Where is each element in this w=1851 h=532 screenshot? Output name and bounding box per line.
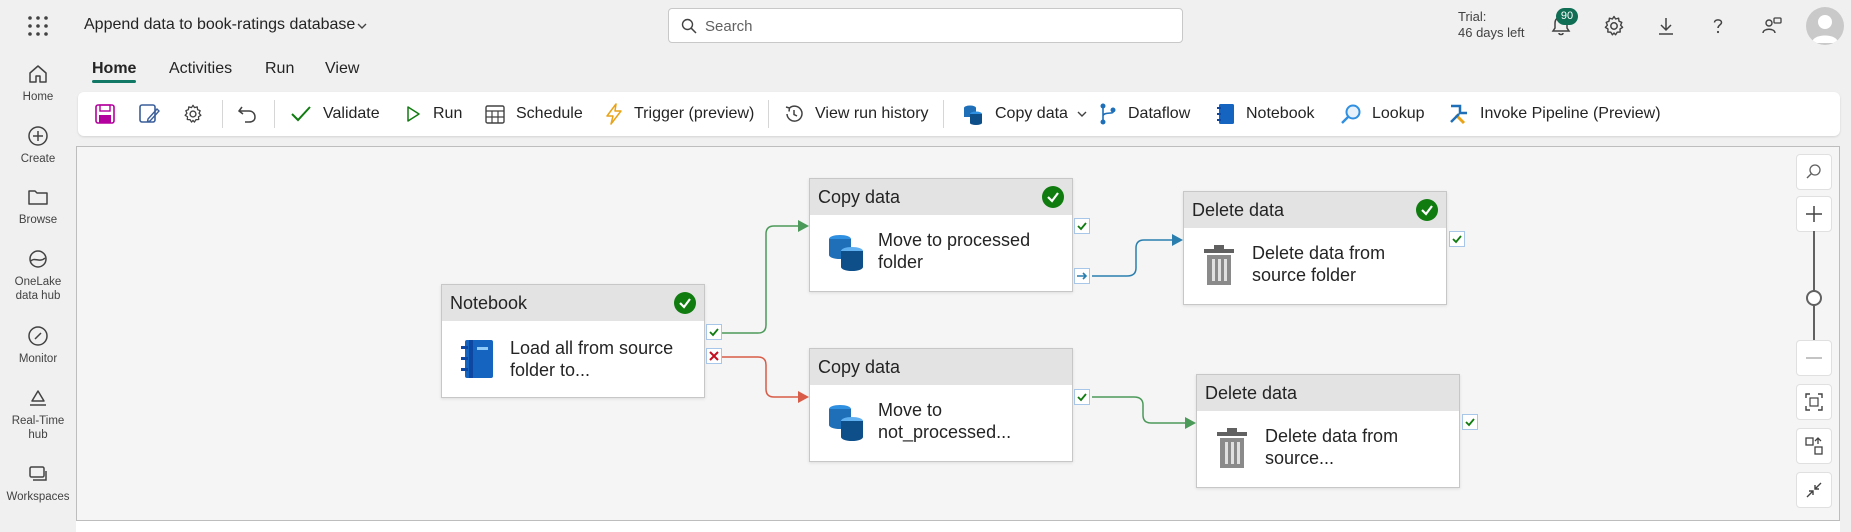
delete-data-top-activity[interactable]: Delete data Delete data from source fold… [1183,191,1447,305]
trash-icon [1204,245,1234,285]
plus-icon [1806,206,1822,222]
activity-name: Load all from source folder to... [510,338,674,380]
zoom-out-button[interactable] [1796,340,1832,376]
success-output-port[interactable] [1074,218,1090,234]
success-status-icon [1042,186,1064,208]
success-connector [1092,396,1185,424]
notebook-activity[interactable]: Notebook Load all from source folder to.… [441,284,705,398]
arrow-head [798,220,809,232]
copy-data-processed-activity[interactable]: Copy data Move to processed folder [809,178,1073,292]
zoom-slider-thumb[interactable] [1806,290,1822,306]
activity-type: Copy data [810,349,1072,385]
checkmark-icon [1077,222,1087,231]
activity-type: Delete data [1197,375,1459,411]
completion-connector [1092,239,1172,277]
activity-name: Move to not_processed... [878,400,1012,442]
activity-name: Delete data from source folder [1252,243,1386,285]
activity-type: Delete data [1184,192,1446,228]
checkmark-icon [1077,393,1087,402]
copy-data-icon [829,405,863,441]
success-output-port[interactable] [1462,414,1478,430]
notebook-icon [461,340,493,378]
activity-type: Copy data [810,179,1072,215]
search-icon [1806,164,1821,179]
arrow-head [1172,234,1183,246]
success-status-icon [674,292,696,314]
trash-icon [1217,428,1247,468]
failure-connector [722,356,798,398]
activity-name: Delete data from source... [1265,426,1399,468]
fit-to-screen-button[interactable] [1796,384,1832,420]
activity-type: Notebook [442,285,704,321]
checkmark-icon [1465,418,1475,427]
success-output-port[interactable] [1449,231,1465,247]
failure-output-port[interactable] [706,348,722,364]
success-output-port[interactable] [1074,389,1090,405]
collapse-button[interactable] [1796,472,1832,508]
minus-icon [1806,357,1822,359]
copy-data-icon [829,235,863,271]
auto-align-icon [1805,437,1823,455]
auto-align-button[interactable] [1796,428,1832,464]
checkmark-icon [1452,235,1462,244]
canvas-search-button[interactable] [1796,154,1832,190]
success-output-port[interactable] [706,324,722,340]
close-icon [709,351,719,361]
collapse-icon [1806,482,1822,498]
zoom-in-button[interactable] [1796,196,1832,232]
fit-screen-icon [1805,393,1823,411]
arrow-right-icon [1077,272,1088,280]
success-status-icon [1416,199,1438,221]
checkmark-icon [709,328,719,337]
completion-output-port[interactable] [1074,268,1090,284]
copy-data-not-processed-activity[interactable]: Copy data Move to not_processed... [809,348,1073,462]
arrow-head [798,391,809,403]
arrow-head [1185,417,1196,429]
success-connector [722,225,798,334]
delete-data-bottom-activity[interactable]: Delete data Delete data from source... [1196,374,1460,488]
activity-name: Move to processed folder [878,230,1031,272]
